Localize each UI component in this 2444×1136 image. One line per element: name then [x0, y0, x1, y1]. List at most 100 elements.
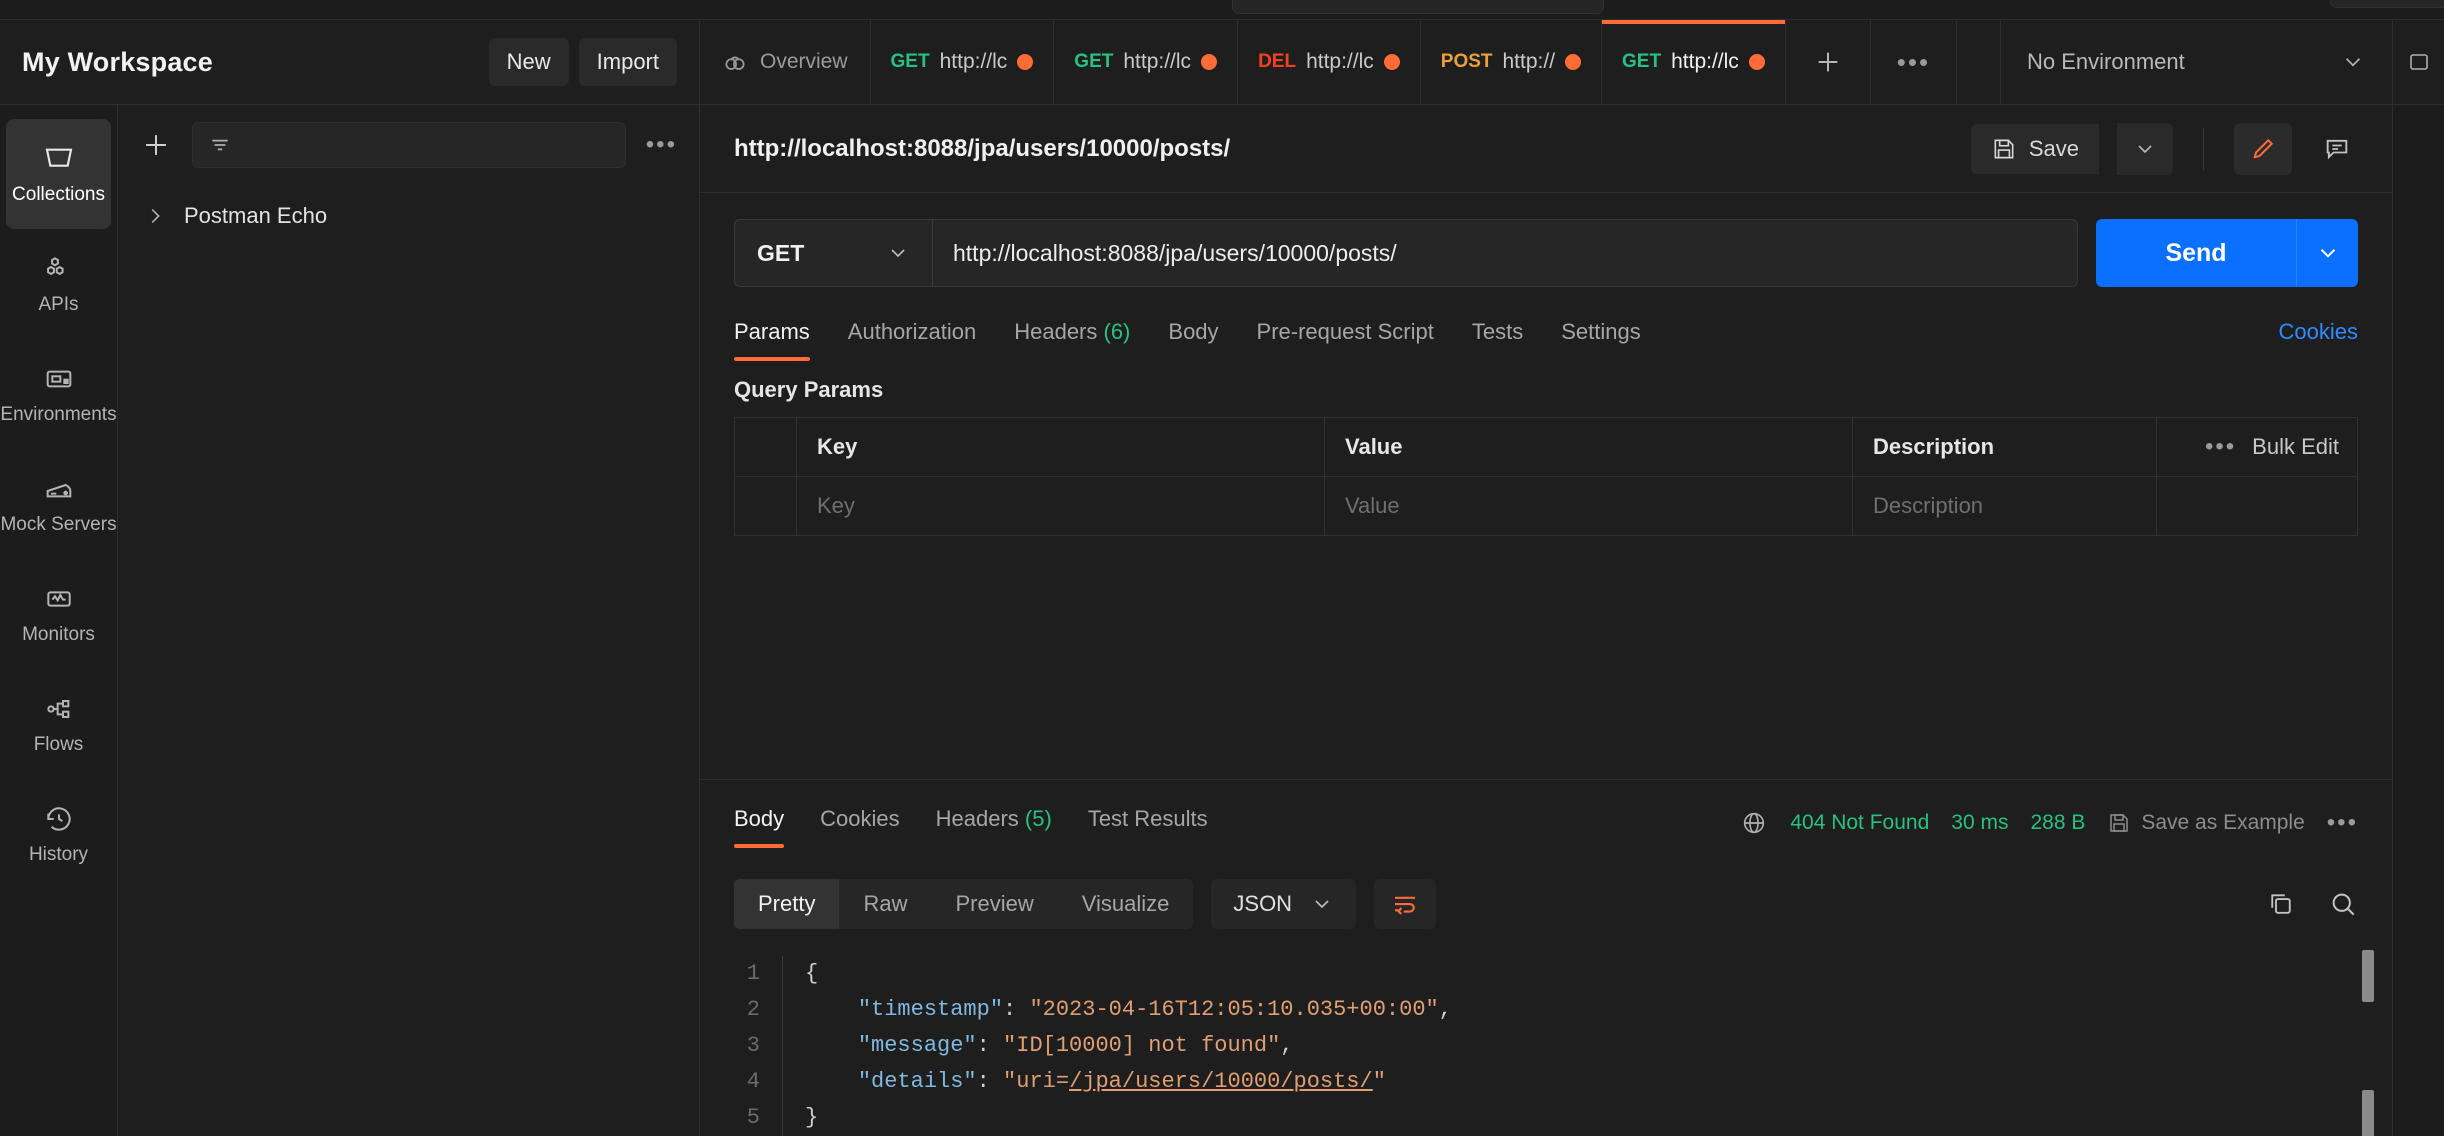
format-pretty[interactable]: Pretty: [734, 879, 840, 929]
workspace-zone: My Workspace New Import: [0, 20, 700, 104]
save-options-button[interactable]: [2117, 122, 2173, 175]
tab-pre-request-script[interactable]: Pre-request Script: [1257, 311, 1434, 361]
value-input[interactable]: Value: [1325, 477, 1853, 535]
overview-icon: [722, 49, 748, 75]
cookies-link[interactable]: Cookies: [2279, 311, 2358, 361]
tab-headers[interactable]: Headers (6): [1014, 311, 1130, 361]
app-body: Collections APIs Environments Mock Serve…: [0, 105, 2444, 1136]
json-colon: :: [1003, 997, 1030, 1022]
tab-request-5-active[interactable]: GET http://lc: [1602, 20, 1786, 104]
tab-method: GET: [1074, 51, 1114, 72]
sidebar-item-label: Environments: [0, 403, 117, 425]
tab-tests[interactable]: Tests: [1472, 311, 1523, 361]
tab-method: DEL: [1258, 51, 1297, 72]
edit-request-button[interactable]: [2234, 122, 2292, 175]
tab-count: (5): [1024, 806, 1052, 831]
tab-method: POST: [1440, 51, 1493, 72]
add-collection-button[interactable]: [134, 123, 178, 167]
response-more-button[interactable]: •••: [2327, 809, 2358, 837]
sidebar-item-apis[interactable]: APIs: [6, 229, 111, 339]
format-preview[interactable]: Preview: [931, 879, 1057, 929]
sidebar-item-environments[interactable]: Environments: [0, 339, 117, 449]
tab-label: http://: [1502, 50, 1556, 73]
json-key: "details": [857, 1069, 977, 1094]
bulk-edit-button[interactable]: Bulk Edit: [2252, 434, 2339, 460]
sidebar-item-label: Mock Servers: [0, 513, 117, 535]
copy-icon[interactable]: [2266, 889, 2296, 919]
save-button[interactable]: Save: [1970, 123, 2099, 174]
comment-icon: [2323, 135, 2351, 163]
sidebar-item-monitors[interactable]: Monitors: [6, 559, 111, 669]
save-as-example-button[interactable]: Save as Example: [2107, 811, 2305, 835]
method-select[interactable]: GET: [735, 220, 933, 286]
tab-overview[interactable]: Overview: [700, 20, 871, 104]
tab-body[interactable]: Body: [1168, 311, 1218, 361]
response-format-toolbar: Pretty Raw Preview Visualize JSON: [700, 866, 2392, 942]
response-body-code[interactable]: 1 { 2 "timestamp" : "2023-04-16T12:05:10…: [700, 942, 2392, 1136]
tab-request-3[interactable]: DEL http://lc: [1238, 20, 1421, 104]
import-button[interactable]: Import: [578, 38, 677, 86]
url-input[interactable]: http://localhost:8088/jpa/users/10000/po…: [933, 220, 2077, 286]
chrome-right-pill[interactable]: [2330, 0, 2444, 8]
tab-request-4[interactable]: POST http://: [1421, 20, 1603, 104]
tab-settings[interactable]: Settings: [1561, 311, 1641, 361]
tab-request-1[interactable]: GET http://lc: [871, 20, 1055, 104]
tab-label: Body: [734, 806, 785, 831]
collections-filter-input[interactable]: [192, 122, 626, 168]
line-number: 2: [746, 997, 760, 1022]
json-value-link[interactable]: /jpa/users/10000/posts/: [1069, 1064, 1373, 1100]
format-raw[interactable]: Raw: [839, 879, 931, 929]
response-tab-test-results[interactable]: Test Results: [1088, 798, 1208, 848]
workspace-title: My Workspace: [22, 46, 213, 77]
environment-label: No Environment: [2027, 49, 2185, 74]
tab-options-button[interactable]: •••: [1871, 20, 1958, 104]
divider: [2203, 127, 2204, 170]
json-key: "timestamp": [857, 997, 1004, 1022]
comments-button[interactable]: [2308, 123, 2366, 175]
response-tab-body[interactable]: Body: [734, 798, 785, 848]
code-text: }: [805, 1105, 819, 1130]
status-badge: 404 Not Found: [1790, 811, 1930, 834]
new-button[interactable]: New: [488, 38, 569, 86]
new-tab-button[interactable]: [1786, 20, 1871, 104]
table-more-button[interactable]: •••: [2205, 433, 2236, 461]
response-scrollbar[interactable]: [2362, 942, 2374, 1136]
word-wrap-button[interactable]: [1374, 879, 1437, 929]
sidebar-item-mock-servers[interactable]: Mock Servers: [0, 449, 117, 559]
tab-request-2[interactable]: GET http://lc: [1054, 20, 1239, 104]
search-icon[interactable]: [2328, 889, 2358, 919]
url-box: GET http://localhost:8088/jpa/users/1000…: [734, 219, 2078, 287]
request-pane: http://localhost:8088/jpa/users/10000/po…: [700, 105, 2392, 1136]
list-item[interactable]: Postman Echo: [118, 185, 699, 247]
response-actions: [2266, 889, 2358, 919]
environment-selector[interactable]: No Environment: [2000, 20, 2392, 104]
scrollbar-thumb-top[interactable]: [2362, 950, 2374, 1002]
select-all-checkbox-cell[interactable]: [735, 418, 797, 476]
table-row: Key Value Description: [735, 477, 2357, 535]
send-options-button[interactable]: [2296, 219, 2358, 287]
environment-quicklook-button[interactable]: [2392, 20, 2444, 104]
tab-authorization[interactable]: Authorization: [848, 311, 976, 361]
send-button[interactable]: Send: [2096, 219, 2296, 287]
response-language-select[interactable]: JSON: [1211, 879, 1357, 929]
sidebar-item-collections[interactable]: Collections: [6, 119, 111, 229]
description-input[interactable]: Description: [1853, 477, 2157, 535]
tab-params[interactable]: Params: [734, 311, 810, 361]
sidebar-item-flows[interactable]: Flows: [6, 669, 111, 779]
format-visualize[interactable]: Visualize: [1058, 879, 1194, 929]
query-params-title: Query Params: [734, 377, 884, 402]
json-comma: ,: [1438, 997, 1452, 1022]
response-tab-cookies[interactable]: Cookies: [820, 798, 899, 848]
row-checkbox-cell[interactable]: [735, 477, 797, 535]
json-comma: ,: [1280, 1033, 1294, 1058]
table-header-row: Key Value Description ••• Bulk Edit: [735, 418, 2357, 477]
chevron-right-icon: [144, 205, 166, 227]
sidebar-item-label: Collections: [12, 183, 105, 205]
column-header-value: Value: [1325, 418, 1853, 476]
sidebar-item-history[interactable]: History: [6, 779, 111, 889]
key-input[interactable]: Key: [797, 477, 1325, 535]
response-tab-headers[interactable]: Headers (5): [936, 798, 1052, 848]
collections-more-button[interactable]: •••: [640, 131, 683, 159]
scrollbar-thumb-bottom[interactable]: [2362, 1090, 2374, 1136]
chrome-search-pill[interactable]: [1232, 0, 1604, 14]
